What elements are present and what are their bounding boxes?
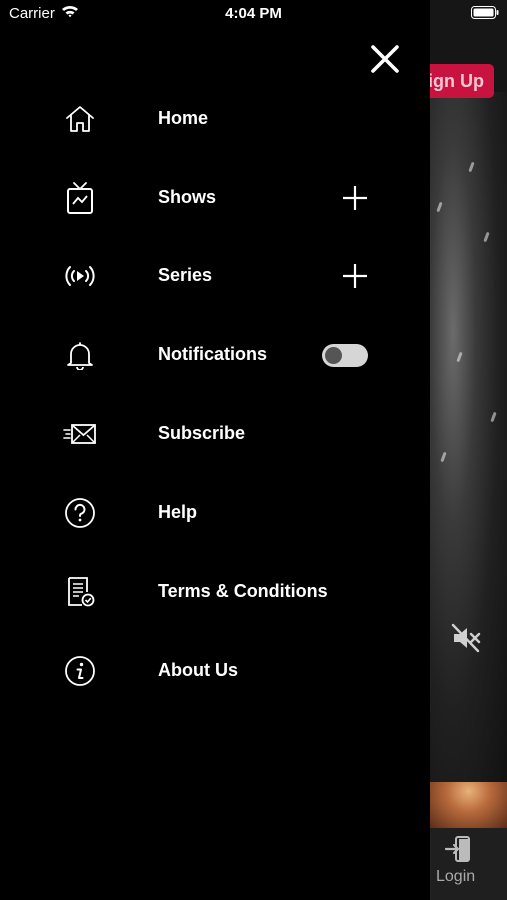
menu-item-about[interactable]: About Us [0,641,430,701]
tv-icon [62,182,98,214]
battery-icon [471,6,499,19]
sign-up-button[interactable]: ign Up [430,64,494,98]
side-menu-drawer: Home Shows Series Notifications Subscrib… [0,0,430,900]
menu-item-help[interactable]: Help [0,483,430,543]
menu-item-label: Home [158,108,209,128]
video-preview[interactable] [430,92,507,853]
home-icon [62,103,98,135]
plus-icon [343,186,367,210]
background-app: ign Up Login [430,0,507,900]
document-check-icon [62,576,98,608]
menu-item-label: Shows [158,187,217,207]
menu-item-label: Series [158,265,213,285]
menu-item-label: About Us [158,660,238,680]
bottom-tab-bar: Login [430,828,507,900]
content-thumbnail[interactable] [430,782,507,828]
menu-item-home[interactable]: Home [0,89,430,149]
toggle-knob [325,347,342,364]
info-icon [62,655,98,687]
broadcast-play-icon [62,260,98,292]
notifications-toggle[interactable] [322,344,368,367]
menu-item-shows[interactable]: Shows [0,168,430,228]
menu-item-label: Notifications [158,344,268,364]
login-tab-label[interactable]: Login [436,868,475,886]
login-icon[interactable] [444,834,474,864]
close-button[interactable] [368,42,402,76]
expand-series-button[interactable] [340,261,370,291]
menu-item-label: Terms & Conditions [158,581,328,601]
menu-item-terms[interactable]: Terms & Conditions [0,562,430,622]
expand-shows-button[interactable] [340,183,370,213]
menu-item-label: Subscribe [158,423,246,443]
menu-item-notifications[interactable]: Notifications [0,325,430,385]
plus-icon [343,264,367,288]
menu-item-subscribe[interactable]: Subscribe [0,404,430,464]
bell-icon [62,339,98,371]
close-icon [371,45,399,73]
menu-item-series[interactable]: Series [0,246,430,306]
mail-icon [62,418,98,450]
question-icon [62,497,98,529]
status-time: 4:04 PM [225,5,282,22]
status-bar: Carrier 4:04 PM [0,0,507,28]
mute-icon[interactable] [450,622,482,654]
menu-item-label: Help [158,502,198,522]
